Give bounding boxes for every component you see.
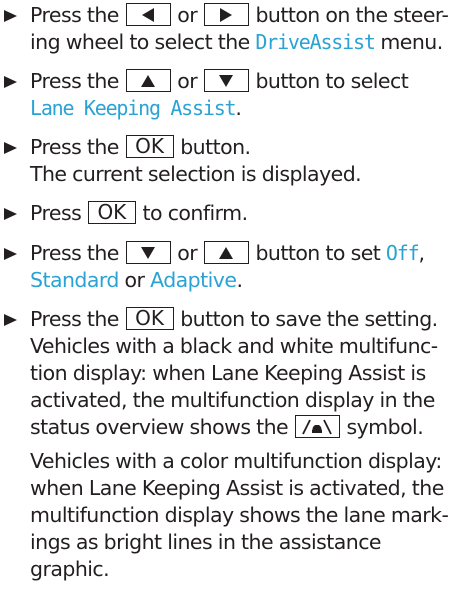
text: or <box>177 69 198 93</box>
text: status overview shows the <box>30 415 289 439</box>
feature-name: Lane Keeping Assist <box>30 96 237 120</box>
step-2-line-2: Lane Keeping Assist. <box>30 95 470 122</box>
step-5-line-1: Press the or button to set Off, <box>30 240 470 267</box>
bullet-icon <box>4 10 17 22</box>
text: . <box>235 96 242 120</box>
step-6-line-1: Press the OK button to save the setting. <box>30 306 470 333</box>
bullet-icon <box>4 314 17 326</box>
lane-keeping-icon <box>302 419 333 434</box>
step-3-line-1: Press the OK button. <box>30 134 470 161</box>
text: symbol. <box>346 415 424 439</box>
step-6-line-2: Vehicles with a black and white multifun… <box>30 334 438 358</box>
text: or <box>124 268 145 292</box>
text: . <box>236 268 243 292</box>
step-5: Press the or button to set Off, Standard… <box>0 240 470 294</box>
step-1: Press the or button on the steer- ing wh… <box>0 2 470 56</box>
note-line-3: multifunction display shows the lane mar… <box>30 503 449 527</box>
bullet-icon <box>4 76 17 88</box>
text: or <box>177 241 198 265</box>
step-6-line-3: tion display: when Lane Keeping Assist i… <box>30 361 426 385</box>
up-arrow-icon <box>141 74 156 87</box>
option-off: Off <box>385 241 420 265</box>
step-6: Press the OK button to save the setting.… <box>0 306 470 441</box>
note-line-5: graphic. <box>30 557 110 581</box>
right-arrow-key <box>203 3 249 26</box>
step-3: Press the OK button. The current selecti… <box>0 134 470 188</box>
text: or <box>177 3 198 27</box>
text: button to select <box>255 69 409 93</box>
text: Press the <box>30 241 119 265</box>
manual-page: Press the or button on the steer- ing wh… <box>0 0 470 591</box>
text: , <box>418 241 425 265</box>
text: button on the steer- <box>255 3 449 27</box>
bullet-icon <box>4 142 17 154</box>
note-line-2: when Lane Keeping Assist is activated, t… <box>30 476 444 500</box>
text: menu. <box>380 30 443 54</box>
up-arrow-icon <box>219 246 234 259</box>
step-4: Press OK to confirm. <box>0 200 470 227</box>
text: Press the <box>30 69 119 93</box>
step-2: Press the or button to select Lane Keepi… <box>0 68 470 122</box>
left-arrow-icon <box>142 7 155 22</box>
color-display-note: Vehicles with a color multifunction disp… <box>0 448 470 583</box>
down-arrow-key <box>125 241 171 264</box>
step-3-line-2: The current selection is displayed. <box>30 162 362 186</box>
note-line-4: ings as bright lines in the assistance <box>30 530 382 554</box>
ok-key: OK <box>125 135 174 158</box>
up-arrow-key <box>203 241 249 264</box>
step-6-line-5: status overview shows the symbol. <box>30 414 470 441</box>
step-2-line-1: Press the or button to select <box>30 68 470 95</box>
bullet-icon <box>4 248 17 260</box>
step-6-line-4: activated, the multifunction display in … <box>30 388 435 412</box>
left-arrow-key <box>125 3 171 26</box>
text: button. <box>180 135 251 159</box>
right-arrow-icon <box>220 7 233 22</box>
ok-key: OK <box>125 307 174 330</box>
text: Press the <box>30 135 119 159</box>
ok-key: OK <box>87 201 136 224</box>
down-arrow-icon <box>141 246 156 259</box>
text: Press the <box>30 3 119 27</box>
menu-name: DriveAssist <box>255 30 375 54</box>
text: to confirm. <box>142 201 249 225</box>
step-5-line-2: Standard or Adaptive. <box>30 267 470 294</box>
text: Press the <box>30 307 119 331</box>
up-arrow-key <box>125 69 171 92</box>
text: ing wheel to select the <box>30 30 250 54</box>
step-4-line-1: Press OK to confirm. <box>30 200 470 227</box>
down-arrow-key <box>203 69 249 92</box>
step-1-line-1: Press the or button on the steer- <box>30 2 470 29</box>
lane-keeping-symbol-key <box>294 415 340 438</box>
option-adaptive: Adaptive <box>150 268 237 292</box>
text: button to set <box>255 241 381 265</box>
down-arrow-icon <box>219 74 234 87</box>
option-standard: Standard <box>30 268 119 292</box>
text: button to save the setting. <box>180 307 438 331</box>
bullet-icon <box>4 208 17 220</box>
step-1-line-2: ing wheel to select the DriveAssist menu… <box>30 29 470 56</box>
text: Press <box>30 201 82 225</box>
note-line-1: Vehicles with a color multifunction disp… <box>30 449 442 473</box>
